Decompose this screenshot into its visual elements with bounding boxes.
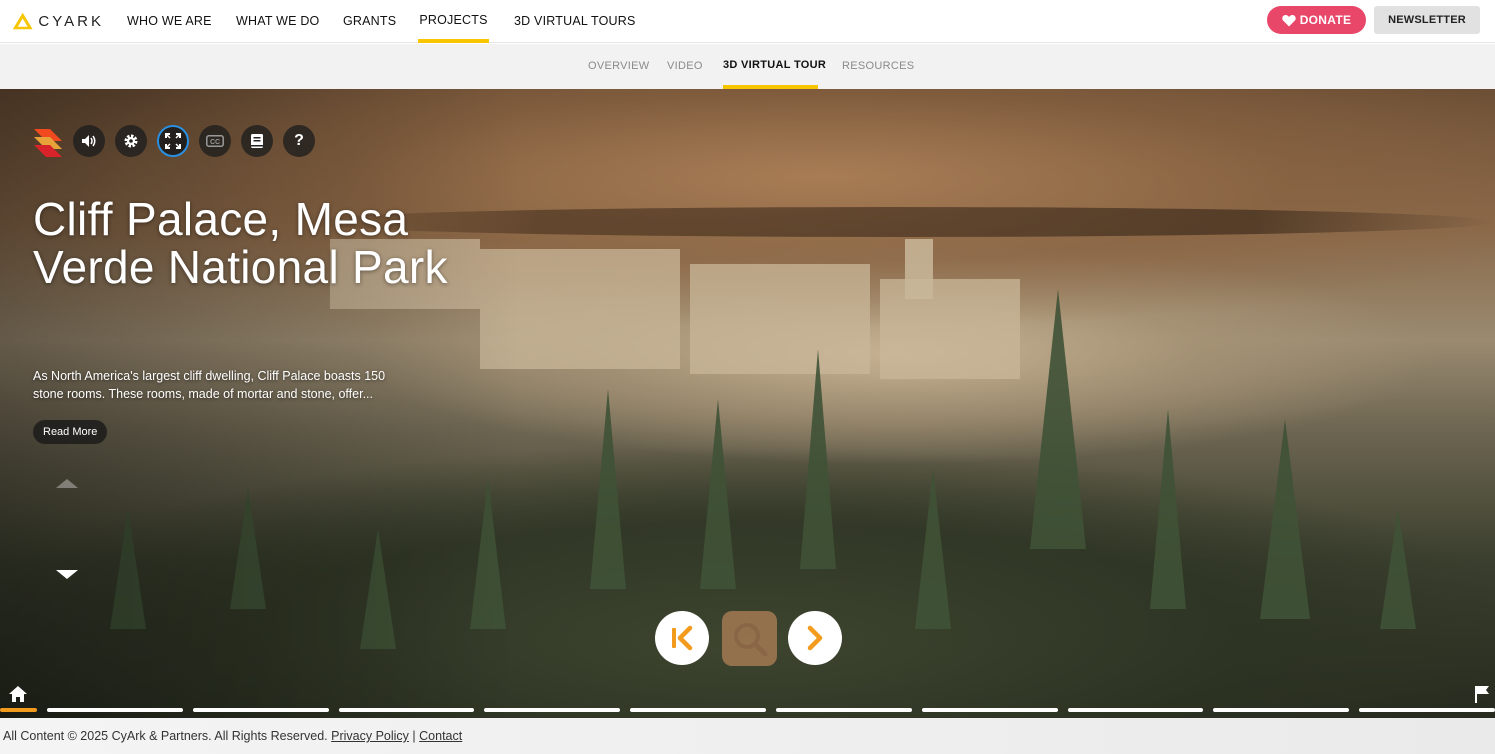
- dwelling-block: [690, 264, 870, 374]
- closed-captions-icon: CC: [206, 135, 224, 147]
- next-arrow-icon: [807, 625, 823, 651]
- tab-3d-virtual-tour[interactable]: 3D VIRTUAL TOUR: [723, 44, 826, 89]
- nav-what-we-do[interactable]: WHAT WE DO: [236, 0, 319, 43]
- pine-tree: [1150, 409, 1186, 609]
- nav-grants[interactable]: GRANTS: [343, 0, 396, 43]
- skip-to-start-icon: [672, 625, 693, 651]
- pine-tree: [800, 349, 836, 569]
- brand-name: CYARK: [38, 12, 104, 30]
- contact-link[interactable]: Contact: [419, 729, 462, 743]
- sketchfab-logo-icon[interactable]: [32, 125, 64, 157]
- cyark-logo-mark-icon: [12, 12, 33, 30]
- newsletter-button[interactable]: NEWSLETTER: [1374, 6, 1480, 34]
- volume-icon: [82, 135, 96, 147]
- progress-segment[interactable]: [0, 708, 37, 712]
- progress-segment[interactable]: [338, 708, 475, 712]
- pine-tree: [1380, 509, 1416, 629]
- copyright-text: All Content © 2025 CyArk & Partners. All…: [3, 729, 328, 743]
- restart-tour-button[interactable]: [655, 611, 709, 665]
- tour-title: Cliff Palace, Mesa Verde National Park: [33, 193, 448, 293]
- fullscreen-button[interactable]: [157, 125, 189, 157]
- progress-segment[interactable]: [1213, 708, 1350, 712]
- heart-icon: [1282, 14, 1296, 26]
- settings-button[interactable]: [115, 125, 147, 157]
- progress-segment[interactable]: [47, 708, 183, 712]
- search-button[interactable]: [722, 611, 777, 666]
- tab-resources[interactable]: RESOURCES: [842, 44, 914, 89]
- site-footer: All Content © 2025 CyArk & Partners. All…: [0, 718, 1495, 754]
- top-navigation: CYARK WHO WE ARE WHAT WE DO GRANTS PROJE…: [0, 0, 1495, 43]
- progress-segment[interactable]: [1067, 708, 1204, 712]
- nav-projects[interactable]: PROJECTS: [418, 0, 489, 43]
- donate-label: DONATE: [1299, 13, 1352, 27]
- book-icon: [251, 134, 263, 148]
- progress-segment[interactable]: [630, 708, 766, 712]
- pine-tree: [590, 389, 626, 589]
- help-button[interactable]: ?: [283, 125, 315, 157]
- progress-segment[interactable]: [484, 708, 621, 712]
- fullscreen-icon: [165, 133, 181, 149]
- tab-video[interactable]: VIDEO: [667, 44, 703, 89]
- footer-separator: |: [412, 729, 416, 743]
- tour-progress-bar[interactable]: [0, 707, 1495, 715]
- pine-tree: [700, 399, 736, 589]
- tab-overview[interactable]: OVERVIEW: [588, 44, 650, 89]
- help-icon: ?: [294, 132, 304, 149]
- volume-button[interactable]: [73, 125, 105, 157]
- search-icon: [733, 622, 767, 656]
- viewer-toolbar: CC ?: [32, 123, 325, 159]
- tour-description: As North America's largest cliff dwellin…: [33, 369, 386, 401]
- progress-segment[interactable]: [192, 708, 329, 712]
- flag-icon[interactable]: [1474, 685, 1490, 703]
- dwelling-tower: [905, 239, 933, 299]
- cyark-logo[interactable]: CYARK: [12, 8, 104, 34]
- project-sub-navigation: OVERVIEW VIDEO 3D VIRTUAL TOUR RESOURCES: [0, 44, 1495, 89]
- next-annotation-arrow-icon[interactable]: [56, 570, 78, 579]
- svg-text:CC: CC: [210, 139, 220, 146]
- virtual-tour-viewer[interactable]: CC ? Cliff Palace, Mesa Verde National P…: [0, 89, 1495, 718]
- progress-segment[interactable]: [921, 708, 1058, 712]
- previous-annotation-arrow-icon[interactable]: [56, 479, 78, 488]
- settings-gear-icon: [124, 134, 138, 148]
- text-readability-overlay: [0, 89, 520, 718]
- donate-button[interactable]: DONATE: [1267, 6, 1366, 34]
- privacy-policy-link[interactable]: Privacy Policy: [331, 729, 409, 743]
- progress-segment[interactable]: [776, 708, 912, 712]
- home-icon[interactable]: [8, 685, 28, 703]
- progress-segment[interactable]: [1359, 708, 1495, 712]
- dwelling-block: [880, 279, 1020, 379]
- pine-tree: [1260, 419, 1310, 619]
- book-button[interactable]: [241, 125, 273, 157]
- pine-tree: [1030, 289, 1086, 549]
- nav-who-we-are[interactable]: WHO WE ARE: [127, 0, 212, 43]
- read-more-button[interactable]: Read More: [33, 420, 108, 444]
- nav-3d-virtual-tours[interactable]: 3D VIRTUAL TOURS: [514, 0, 636, 43]
- closed-captions-button[interactable]: CC: [199, 125, 231, 157]
- next-stop-button[interactable]: [788, 611, 842, 665]
- pine-tree: [915, 469, 951, 629]
